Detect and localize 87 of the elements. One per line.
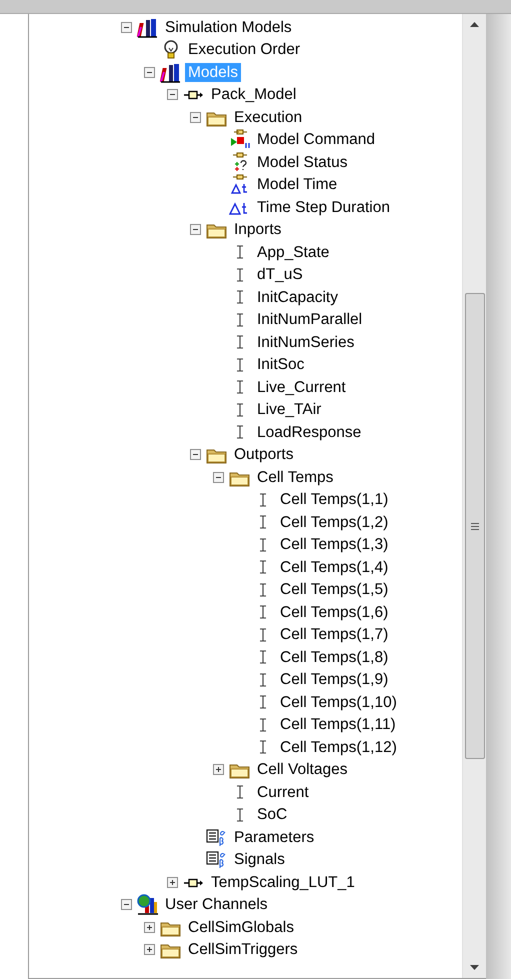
signal-port-icon xyxy=(236,290,244,304)
tree-item[interactable]: LoadResponse xyxy=(254,422,364,442)
tree-item[interactable]: Model Status xyxy=(254,152,350,172)
scroll-down-icon[interactable] xyxy=(470,965,479,970)
tree-item[interactable]: Outports xyxy=(231,445,296,464)
signal-port-icon xyxy=(259,605,267,620)
tree-item[interactable]: TempScaling_LUT_1 xyxy=(208,872,358,892)
collapse-icon[interactable] xyxy=(212,472,224,483)
signal-port-icon xyxy=(236,425,244,440)
tree-item[interactable]: Cell Temps(1,9) xyxy=(277,670,392,690)
tree-item[interactable]: Cell Temps(1,10) xyxy=(277,692,400,712)
books-icon xyxy=(137,16,159,38)
tree-item[interactable]: Execution xyxy=(231,108,306,127)
signal-port-icon xyxy=(259,492,267,507)
signal-port-icon xyxy=(236,335,244,350)
tree-item[interactable]: Parameters xyxy=(231,828,318,847)
tree-item[interactable]: Live_TAir xyxy=(254,400,324,420)
tree-item[interactable]: dT_uS xyxy=(254,265,306,284)
scrollbar[interactable] xyxy=(462,14,486,978)
tree-item[interactable]: Cell Temps(1,1) xyxy=(277,490,392,510)
signal-port-icon xyxy=(236,808,244,822)
tree-item[interactable]: Model Time xyxy=(254,175,340,194)
tree-item[interactable]: Signals xyxy=(231,850,288,870)
tree-item[interactable]: Execution Order xyxy=(185,40,303,60)
collapse-icon[interactable] xyxy=(166,89,178,100)
tree-item[interactable]: Cell Temps(1,12) xyxy=(277,738,400,757)
tree-item[interactable]: Cell Temps(1,3) xyxy=(277,535,392,554)
signal-port-icon xyxy=(259,582,267,597)
signal-port-icon xyxy=(236,268,244,282)
tree-item[interactable]: InitSoc xyxy=(254,355,308,374)
tree-item[interactable]: App_State xyxy=(254,242,332,262)
tree-item[interactable]: Current xyxy=(254,782,312,802)
table-icon xyxy=(206,849,228,870)
signal-port-icon xyxy=(236,245,244,260)
scroll-up-icon[interactable] xyxy=(470,22,479,27)
signal-port-icon xyxy=(259,718,267,732)
tree-item[interactable]: Cell Temps(1,8) xyxy=(277,648,392,667)
collapse-icon[interactable] xyxy=(120,899,132,910)
signal-port-icon xyxy=(259,560,267,574)
grip-icon xyxy=(470,522,478,530)
expand-icon[interactable] xyxy=(144,944,154,956)
tree-item[interactable]: InitNumParallel xyxy=(254,310,366,330)
signal-port-icon xyxy=(236,312,244,327)
signal-port-icon xyxy=(259,740,267,754)
signal-port-icon xyxy=(259,515,267,530)
collapse-icon[interactable] xyxy=(190,224,200,236)
table-icon xyxy=(206,826,228,848)
tree-item[interactable]: Cell Voltages xyxy=(254,760,350,780)
tree-item[interactable]: InitNumSeries xyxy=(254,332,358,352)
tree-item[interactable]: Pack_Model xyxy=(208,85,300,104)
signal-port-icon xyxy=(259,695,267,710)
tree-item[interactable]: Cell Temps(1,6) xyxy=(277,602,392,622)
signal-port-icon xyxy=(236,358,244,372)
tree-item[interactable]: Cell Temps(1,5) xyxy=(277,580,392,600)
scroll-thumb[interactable] xyxy=(464,293,484,759)
expand-icon[interactable] xyxy=(144,922,154,933)
tree-item[interactable]: Time Step Duration xyxy=(254,198,393,217)
tree-item[interactable]: CellSimTriggers xyxy=(185,940,301,960)
tree-item[interactable]: Cell Temps xyxy=(254,468,336,487)
globe-books-icon xyxy=(137,894,159,916)
tree-item[interactable]: CellSimGlobals xyxy=(185,918,297,937)
signal-port-icon xyxy=(259,650,267,664)
tree-item[interactable]: Cell Temps(1,7) xyxy=(277,625,392,644)
signal-port-icon xyxy=(259,628,267,642)
play-stop-pause-icon xyxy=(229,129,251,150)
signal-port-icon xyxy=(236,380,244,394)
tree-item[interactable]: Simulation Models xyxy=(162,18,295,37)
expand-icon[interactable] xyxy=(166,876,178,888)
collapse-icon[interactable] xyxy=(144,66,154,78)
expand-icon[interactable] xyxy=(212,764,224,776)
signal-port-icon xyxy=(259,672,267,687)
tree-item[interactable]: Cell Temps(1,11) xyxy=(277,715,399,734)
tree-item[interactable]: Live_Current xyxy=(254,378,349,397)
signal-port-icon xyxy=(236,785,244,800)
tree-item[interactable]: Cell Temps(1,2) xyxy=(277,512,392,532)
collapse-icon[interactable] xyxy=(190,449,200,460)
signal-port-icon xyxy=(236,402,244,417)
tree-item[interactable]: Cell Temps(1,4) xyxy=(277,558,392,577)
tree-item[interactable]: User Channels xyxy=(162,895,271,914)
collapse-icon[interactable] xyxy=(120,22,132,33)
tree-item[interactable]: SoC xyxy=(254,805,290,824)
collapse-icon[interactable] xyxy=(190,112,200,123)
books-icon xyxy=(160,62,182,83)
signal-port-icon xyxy=(259,538,267,552)
tree-item[interactable]: InitCapacity xyxy=(254,288,341,307)
tree-item[interactable]: Inports xyxy=(231,220,284,240)
tree-item[interactable]: Model Command xyxy=(254,130,378,150)
